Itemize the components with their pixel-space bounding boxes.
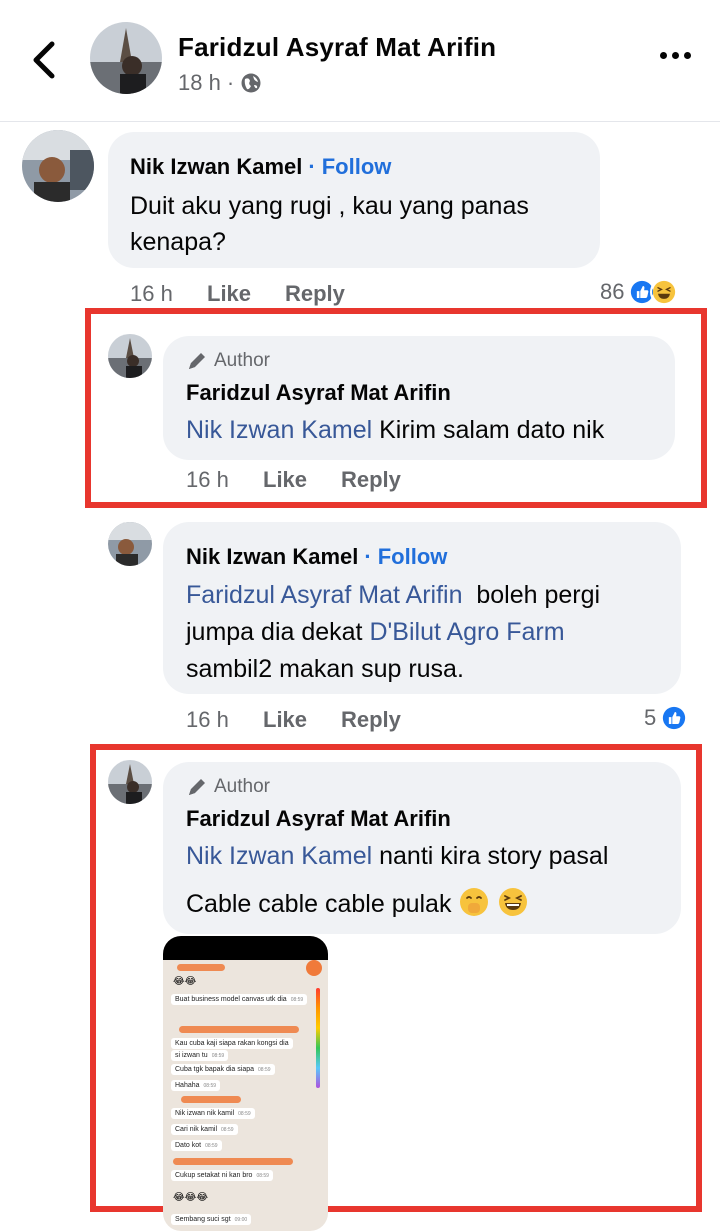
reply-text-body: jumpa dia dekat [186,618,370,646]
follow-button[interactable]: Follow [322,154,392,179]
reaction-count: 5 [644,705,657,730]
reply-actions: 16 h Like Reply [186,707,401,733]
reply-text-line: Nik Izwan Kamel nanti kira story pasal [186,838,608,874]
mention-link[interactable]: Nik Izwan Kamel [186,842,372,870]
commenter-avatar[interactable] [22,130,94,202]
author-avatar[interactable] [90,22,162,94]
post-header: Faridzul Asyraf Mat Arifin 18 h · [0,0,720,122]
reply-author-name[interactable]: Faridzul Asyraf Mat Arifin [186,380,451,406]
reply-actions: 16 h Like Reply [186,467,401,493]
comment-text-line: Duit aku yang rugi , kau yang panas [130,192,529,220]
page-mention-link[interactable]: D'Bilut Agro Farm [369,618,564,646]
follow-dot: · [364,544,372,569]
attached-screenshot[interactable]: 😂😂 Buat business model canvas utk dia 08:… [163,936,328,1231]
like-reaction-icon [660,704,689,732]
mention-link[interactable]: Nik Izwan Kamel [186,416,372,444]
author-pen-icon [189,353,205,369]
chat-message: si izwan tu 08:59 [171,1050,229,1061]
author-pen-icon [189,779,205,795]
grinning-squint-emoji-icon [499,888,528,916]
reply-time: 16 h [186,707,229,732]
chat-message: Kau cuba kaji siapa rakan kongsi dia [171,1038,293,1049]
chat-message: Cari nik kamil 08:59 [171,1124,238,1135]
comment-time: 16 h [130,281,173,306]
comment-header: Nik Izwan Kamel · Follow [130,154,391,180]
reply-text-body: Kirim salam dato nik [372,416,605,444]
edit-pen-icon [306,960,322,976]
reaction-count: 86 [600,279,625,304]
reply-author-avatar[interactable] [108,334,152,378]
color-slider [316,988,320,1088]
mention-link[interactable]: Faridzul Asyraf Mat Arifin [186,581,462,609]
commenter-name[interactable]: Nik Izwan Kamel [186,544,358,569]
like-button[interactable]: Like [207,281,285,307]
reply-text: Nik Izwan Kamel Kirim salam dato nik [186,412,604,448]
comment-actions: 16 h Like Reply [130,281,345,307]
follow-button[interactable]: Follow [378,544,448,569]
follow-dot: · [308,154,316,179]
reply-text-line: Faridzul Asyraf Mat Arifin boleh pergi [186,577,600,613]
redaction-scribble [173,1158,293,1165]
redaction-scribble [181,1096,241,1103]
reply-text-body: nanti kira story pasal [372,842,609,870]
reply-time: 16 h [186,467,229,492]
author-badge: Author [186,776,270,798]
reply-header: Nik Izwan Kamel · Follow [186,544,447,570]
comment-text-line: kenapa? [130,228,226,256]
more-icon[interactable] [660,52,691,59]
emoji-row: 😂😂😂 [173,1192,209,1203]
post-time: 18 h [178,70,221,95]
globe-icon [241,73,261,93]
like-button[interactable]: Like [263,707,341,733]
reply-text-body: Cable cable cable pulak [186,890,452,918]
reply-author-name[interactable]: Faridzul Asyraf Mat Arifin [186,806,451,832]
chat-message: Hahaha 08:59 [171,1080,221,1091]
commenter-avatar[interactable] [108,522,152,566]
reply-button[interactable]: Reply [341,707,401,733]
author-badge-label: Author [214,350,270,371]
reply-text-line: jumpa dia dekat D'Bilut Agro Farm [186,614,565,650]
redaction-scribble [179,1026,299,1033]
chat-message: Buat business model canvas utk dia 08:59 [171,994,308,1005]
post-meta: 18 h · [178,70,262,96]
reply-text-line: Cable cable cable pulak [186,886,529,922]
author-badge: Author [186,350,270,372]
chat-message: Cuba tgk bapak dia siapa 08:59 [171,1064,275,1075]
screenshot-status-bar [163,936,328,960]
reply-text-line: sambil2 makan sup rusa. [186,655,464,683]
chat-message: Nik izwan nik kamil 08:59 [171,1108,255,1119]
commenter-name[interactable]: Nik Izwan Kamel [130,154,302,179]
reply-text-body: boleh pergi [462,581,601,609]
reaction-summary[interactable]: 5 [644,704,689,732]
like-button[interactable]: Like [263,467,341,493]
reply-button[interactable]: Reply [341,467,401,493]
chat-message: Sembang suci sgt 09:00 [171,1214,252,1225]
meta-separator: · [226,70,235,95]
hand-over-mouth-emoji-icon [460,888,489,916]
reply-button[interactable]: Reply [285,281,345,307]
chat-message: Cukup setakat ni kan bro 08:59 [171,1170,273,1181]
post-author-name[interactable]: Faridzul Asyraf Mat Arifin [178,32,496,63]
chat-message: Dato kot 08:59 [171,1140,222,1151]
emoji-row: 😂😂 [173,976,197,987]
back-chevron-icon[interactable] [28,40,62,80]
author-badge-label: Author [214,776,270,797]
reaction-summary[interactable]: 86 [600,278,679,306]
reply-author-avatar[interactable] [108,760,152,804]
redaction-scribble [177,964,225,971]
haha-reaction-icon [650,278,679,306]
